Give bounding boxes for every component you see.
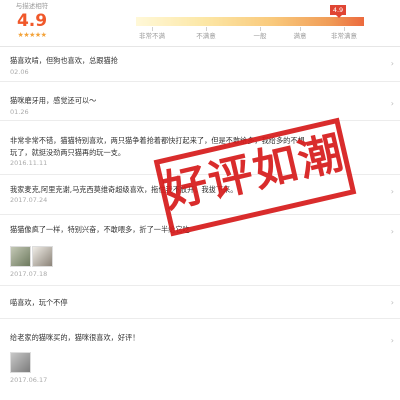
scale-label-satisfied: 满意 xyxy=(293,32,307,40)
scale-label-neutral: 一般 xyxy=(253,32,267,40)
scale-label-very-satisfied: 非常满意 xyxy=(331,32,357,40)
rating-score: 4.9 xyxy=(16,11,48,31)
review-item[interactable]: 我家麦克,阿里克谢,马克西莫维奇超级喜欢，拖住我不放开，我拔下来。 2017.0… xyxy=(0,175,400,215)
review-text: 猫猫像疯了一样，特别兴奋，不敢喂多，折了一半给它吃 xyxy=(10,225,190,234)
chevron-right-icon[interactable]: › xyxy=(391,187,394,197)
review-text: 非常非常不错，猫猫特别喜欢，两只猫争着抢着都快打起来了，但是不敢给多，我给多的不… xyxy=(10,136,305,145)
review-item[interactable]: 喵喜欢，玩个不停 › xyxy=(0,286,400,319)
chevron-right-icon[interactable]: › xyxy=(391,298,394,308)
review-item[interactable]: 非常非常不错，猫猫特别喜欢，两只猫争着抢着都快打起来了，但是不敢给多，我给多的不… xyxy=(0,121,400,175)
review-photo-thumbnail[interactable] xyxy=(10,246,31,267)
chevron-right-icon[interactable]: › xyxy=(391,227,394,237)
review-text: 给老家的猫咪买的，猫咪很喜欢，好评！ xyxy=(10,333,140,342)
review-date: 2017.07.24 xyxy=(10,196,48,204)
score-badge: 4.9 xyxy=(330,5,346,15)
review-text: 我家麦克,阿里克谢,马克西莫维奇超级喜欢，拖住我不放开，我拔下来。 xyxy=(10,185,238,194)
review-text-continued: 玩了，就挺没劲两只猫再的玩一支。 xyxy=(10,148,126,157)
review-item[interactable]: 猫咪磨牙用，感觉还可以～ 01.26 › xyxy=(0,82,400,121)
chevron-right-icon[interactable]: › xyxy=(391,59,394,69)
review-item[interactable]: 猫猫像疯了一样，特别兴奋，不敢喂多，折了一半给它吃 2017.07.18 › xyxy=(0,215,400,286)
review-date: 2017.07.18 xyxy=(10,270,48,278)
review-photo-thumbnail[interactable] xyxy=(10,352,31,373)
review-date: 2016.11.11 xyxy=(10,159,48,167)
chevron-right-icon[interactable]: › xyxy=(391,336,394,346)
review-text: 喵喜欢，玩个不停 xyxy=(10,298,68,307)
review-item[interactable]: 猫喜欢啃，但狗也喜欢，总跟猫抢 02.06 › xyxy=(0,47,400,82)
star-rating-icon: ★★★★★ xyxy=(17,31,47,39)
chevron-right-icon[interactable]: › xyxy=(391,99,394,109)
review-photo-thumbnail[interactable] xyxy=(32,246,53,267)
scale-label-unsatisfied: 不满意 xyxy=(196,32,216,40)
review-date: 02.06 xyxy=(10,68,29,76)
scale-label-very-unsatisfied: 非常不满 xyxy=(139,32,165,40)
review-date: 01.26 xyxy=(10,108,29,116)
review-text: 猫咪磨牙用，感觉还可以～ xyxy=(10,96,97,105)
review-text: 猫喜欢啃，但狗也喜欢，总跟猫抢 xyxy=(10,56,118,65)
review-date: 2017.06.17 xyxy=(10,376,48,384)
rating-caption: 与描述相符 xyxy=(15,2,49,10)
score-pointer-icon xyxy=(336,15,342,18)
review-item[interactable]: 给老家的猫咪买的，猫咪很喜欢，好评！ 2017.06.17 › xyxy=(0,319,400,400)
rating-summary: 与描述相符 4.9 ★★★★★ xyxy=(6,2,58,39)
rating-header: 与描述相符 4.9 ★★★★★ 非常不满 不满意 一般 满意 非常满意 4.9 xyxy=(0,0,400,47)
rating-scale-bar xyxy=(136,17,364,26)
